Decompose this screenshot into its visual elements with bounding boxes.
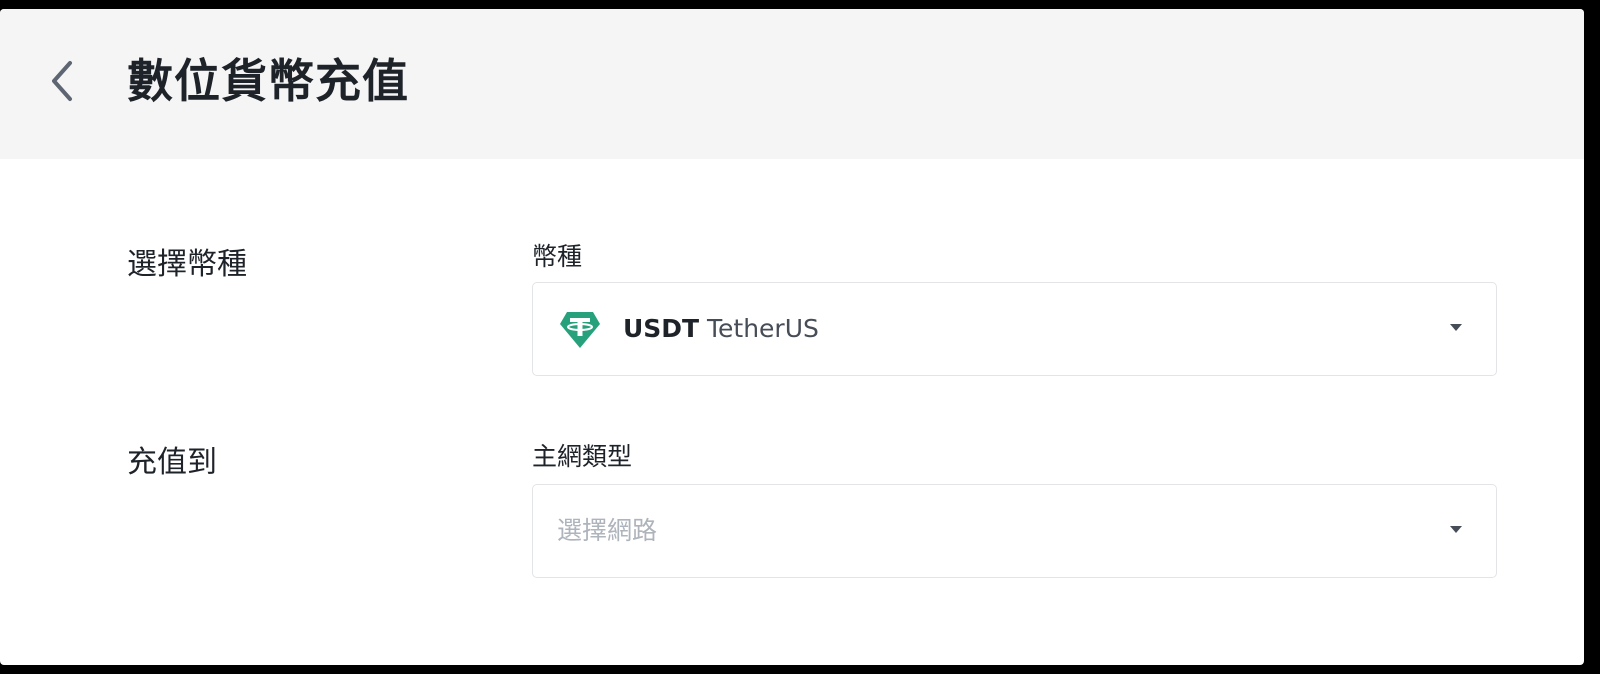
coin-select[interactable]: USDT TetherUS bbox=[532, 282, 1497, 376]
network-select[interactable]: 選擇網路 bbox=[532, 484, 1497, 578]
back-button[interactable] bbox=[44, 57, 80, 105]
chevron-left-icon bbox=[52, 61, 72, 101]
field-label-coin: 幣種 bbox=[532, 242, 583, 271]
coin-symbol: USDT bbox=[623, 314, 700, 343]
section-label-deposit-to: 充值到 bbox=[127, 445, 217, 480]
coin-name: TetherUS bbox=[707, 314, 819, 343]
tether-icon bbox=[560, 312, 600, 348]
deposit-page: 數位貨幣充值 選擇幣種 幣種 USDT TetherUS 充值到 主網類型 選擇… bbox=[0, 9, 1584, 665]
caret-down-icon bbox=[1450, 526, 1462, 533]
section-label-select-coin: 選擇幣種 bbox=[127, 247, 247, 282]
page-header: 數位貨幣充值 bbox=[0, 9, 1584, 159]
field-label-network: 主網類型 bbox=[532, 442, 633, 471]
page-title: 數位貨幣充值 bbox=[127, 54, 409, 108]
network-placeholder: 選擇網路 bbox=[557, 516, 658, 545]
caret-down-icon bbox=[1450, 324, 1462, 331]
